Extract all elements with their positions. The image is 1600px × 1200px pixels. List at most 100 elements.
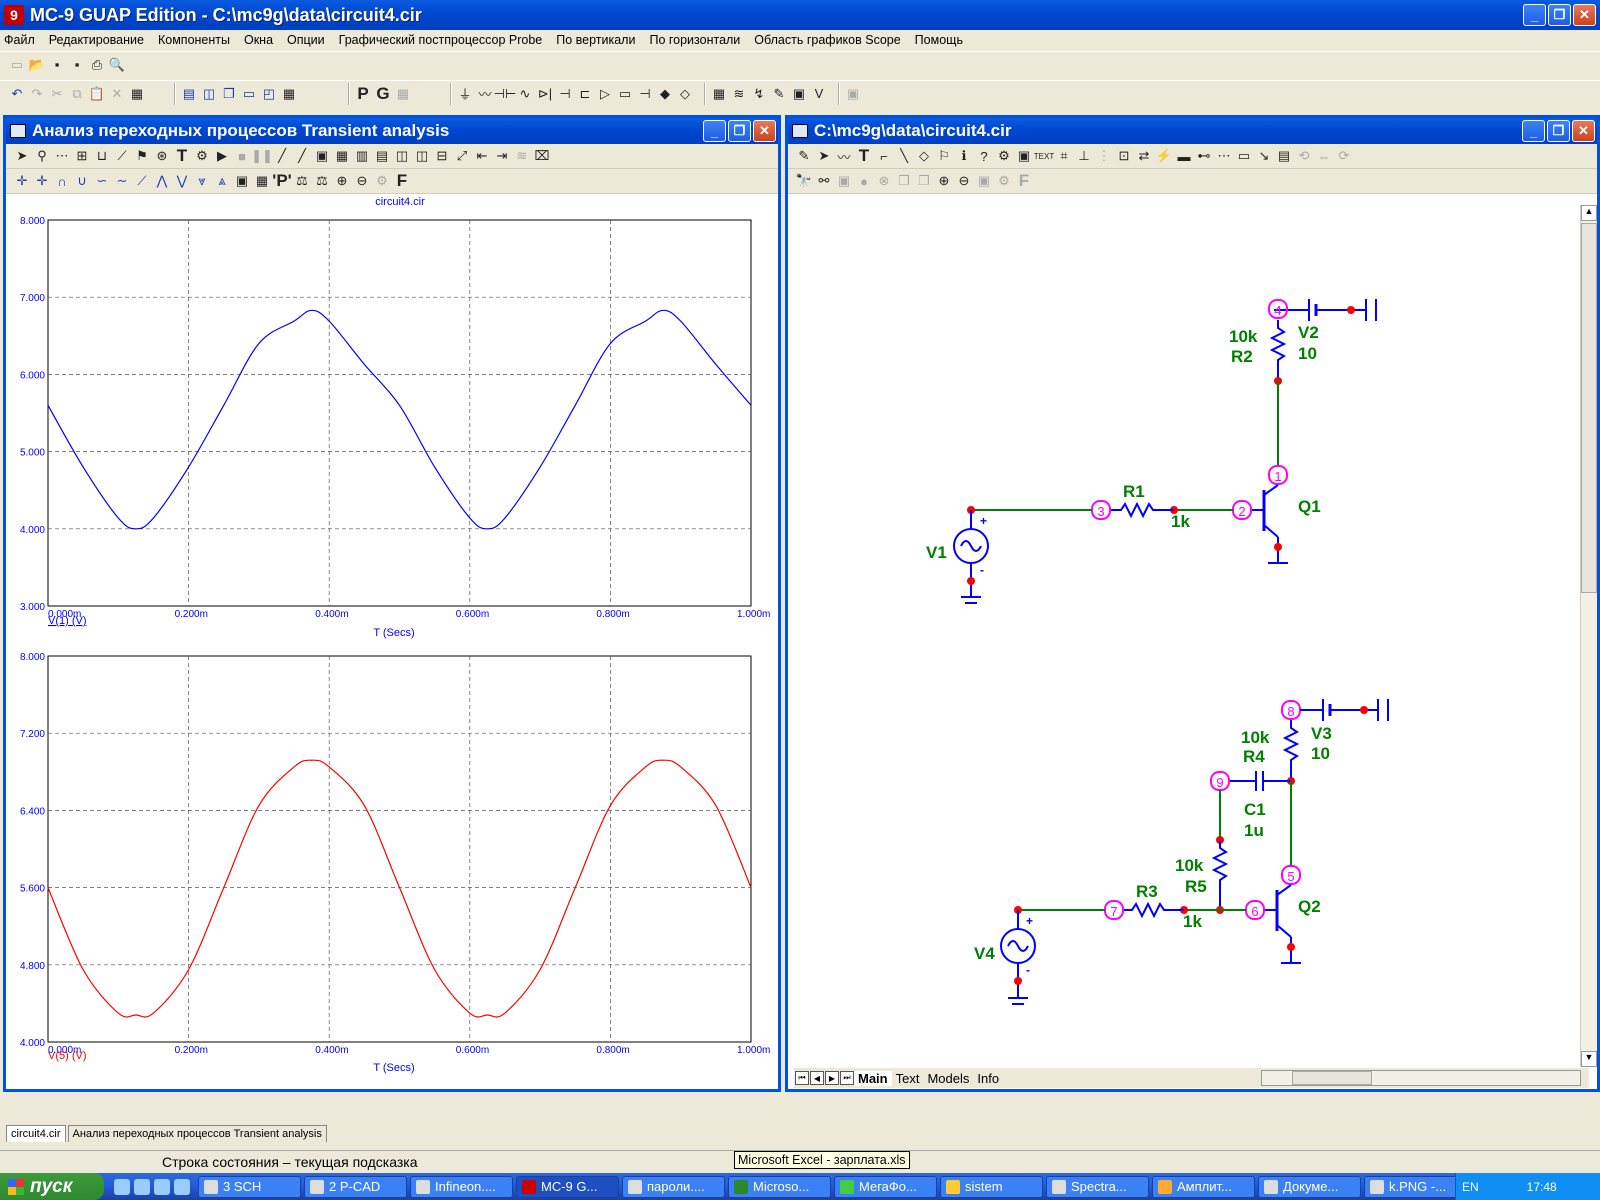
frame-icon[interactable]: ▣ [312,146,332,166]
quicklaunch-icon-2[interactable] [134,1178,150,1195]
grid-icon[interactable]: ▦ [393,84,413,104]
line-draw-icon[interactable]: ╱ [292,146,312,166]
grid-axis-icon[interactable]: ◫ [392,146,412,166]
prev-page-icon[interactable]: ◀ [810,1071,824,1085]
v3-value[interactable]: 10 [1311,744,1330,763]
animate-2-icon[interactable]: ⚖ [312,171,332,191]
sch-zoom-out-icon[interactable]: ⊖ [954,171,974,191]
waveform-tool-icon[interactable]: ≋ [512,146,532,166]
resistor-r1[interactable] [1111,501,1174,519]
schematic-canvas[interactable]: 4 10k R2 V2 10 1 Q1 2 R1 1k 3 + - V1 8 1… [788,195,1538,1065]
r1-name[interactable]: R1 [1123,482,1145,501]
p-prime-button[interactable]: 'P' [272,171,292,191]
start-button[interactable]: пуск [0,1173,104,1200]
scroll-thumb[interactable] [1581,223,1597,593]
tab-models[interactable]: Models [923,1071,973,1086]
cursor-right-icon[interactable]: ⇥ [492,146,512,166]
stop-icon[interactable]: ■ [232,146,252,166]
current-icon[interactable]: ⇄ [1134,146,1154,166]
run-icon[interactable]: ▶ [212,146,232,166]
minimize-button[interactable]: _ [1523,4,1546,26]
save-all-icon[interactable]: ▪ [67,55,87,75]
pin-v1-minus[interactable] [967,577,975,585]
schematic-titlebar[interactable]: C:\mc9g\data\circuit4.cir _ ❐ ✕ [788,118,1597,144]
v1-name[interactable]: V1 [926,543,947,562]
cursor-slope-icon[interactable]: ⟋ [132,171,152,191]
v2-value[interactable]: 10 [1298,344,1317,363]
transient-minimize-button[interactable]: _ [703,120,726,142]
paste-icon[interactable]: 📋 [87,84,107,104]
scroll-down-icon[interactable]: ▼ [1581,1051,1597,1067]
resistor-r3[interactable] [1124,901,1184,919]
r4-name[interactable]: R4 [1243,747,1265,766]
transient-maximize-button[interactable]: ❐ [728,120,751,142]
find-icon[interactable]: 🔭 [794,171,814,191]
cancel-icon[interactable]: ⊗ [874,171,894,191]
camera-icon[interactable]: ▣ [974,171,994,191]
first-page-icon[interactable]: ⏮ [795,1071,809,1085]
menu-edit[interactable]: Редактирование [49,33,144,47]
schematic-svg[interactable]: 4 10k R2 V2 10 1 Q1 2 R1 1k 3 + - V1 8 1… [788,195,1538,1065]
menu-file[interactable]: Файл [4,33,35,47]
select-arrow-icon[interactable]: ➤ [12,146,32,166]
menu-components[interactable]: Компоненты [158,33,230,47]
animate-icon[interactable]: ⚖ [292,171,312,191]
zoom-in-icon[interactable]: ⊕ [332,171,352,191]
menu-windows[interactable]: Окна [244,33,273,47]
r2-value[interactable]: 10k [1229,327,1258,346]
plots-svg[interactable]: 0.000m 0.200m 0.400m 0.600m 0.800m 1.000m3.00… [6,195,778,1089]
flag-icon[interactable]: ⚐ [934,146,954,166]
redo-icon[interactable]: ↷ [27,84,47,104]
wire-icon[interactable]: ⌐ [874,146,894,166]
inductor-icon[interactable]: ∿ [515,84,535,104]
pin-q1-emitter[interactable] [1274,543,1282,551]
baseline-icon[interactable]: ⊟ [432,146,452,166]
probe-icon[interactable]: ↯ [749,84,769,104]
error-icon[interactable]: ● [854,171,874,191]
performance-icon[interactable]: ⊛ [152,146,172,166]
close-button[interactable]: ✕ [1573,4,1596,26]
pause-icon[interactable]: ❚❚ [251,146,273,166]
q1-name[interactable]: Q1 [1298,497,1321,516]
tile-horizontal-icon[interactable]: ▤ [179,84,199,104]
info-icon[interactable]: ℹ [954,146,974,166]
resistor-r2[interactable] [1269,320,1287,380]
pin-q2-emitter[interactable] [1287,943,1295,951]
power-icon[interactable]: ⚡ [1154,146,1174,166]
resistor-r5[interactable] [1211,840,1229,910]
battery-icon[interactable]: ⊣ [555,84,575,104]
scope-icon[interactable]: ▣ [789,84,809,104]
pin-v2[interactable] [1347,306,1355,314]
scale-icon[interactable]: ⚲ [32,146,52,166]
cursor-multi-icon[interactable]: ⩔ [192,171,212,191]
vd-icon[interactable]: V [809,84,829,104]
cursor-valley-icon[interactable]: ✛ [32,171,52,191]
print-icon[interactable]: ⎙ [87,55,107,75]
tab-info[interactable]: Info [973,1071,1003,1086]
line-tool-icon[interactable]: ╱ [272,146,292,166]
grid-toggle-icon[interactable]: ▦ [332,146,352,166]
data-points-icon[interactable]: ⋯ [52,146,72,166]
point-icon[interactable]: ▣ [1014,146,1034,166]
cursor-multi-2-icon[interactable]: ⩓ [212,171,232,191]
on-icon[interactable]: ▬ [1174,146,1194,166]
transformer-icon[interactable]: ▭ [615,84,635,104]
library-icon[interactable]: ▦ [709,84,729,104]
c1-value[interactable]: 1u [1244,821,1264,840]
task-sistem[interactable]: sistem [940,1175,1043,1198]
v2-name[interactable]: V2 [1298,323,1319,342]
r5-name[interactable]: R5 [1185,877,1207,896]
menu-help[interactable]: Помощь [915,33,963,47]
task-spectra[interactable]: Spectra... [1046,1175,1149,1198]
opamp-icon[interactable]: ▷ [595,84,615,104]
cascade-icon[interactable]: ❐ [219,84,239,104]
f-button[interactable]: F [392,171,412,191]
properties-icon[interactable]: ⚙ [192,146,212,166]
task-kpng[interactable]: k.PNG -... [1364,1175,1467,1198]
switch-icon[interactable]: ⊏ [575,84,595,104]
v3-name[interactable]: V3 [1311,724,1332,743]
sch-zoom-in-icon[interactable]: ⊕ [934,171,954,191]
group-icon[interactable]: ❐ [894,171,914,191]
g-button[interactable]: G [373,84,393,104]
next-page-icon[interactable]: ▶ [825,1071,839,1085]
